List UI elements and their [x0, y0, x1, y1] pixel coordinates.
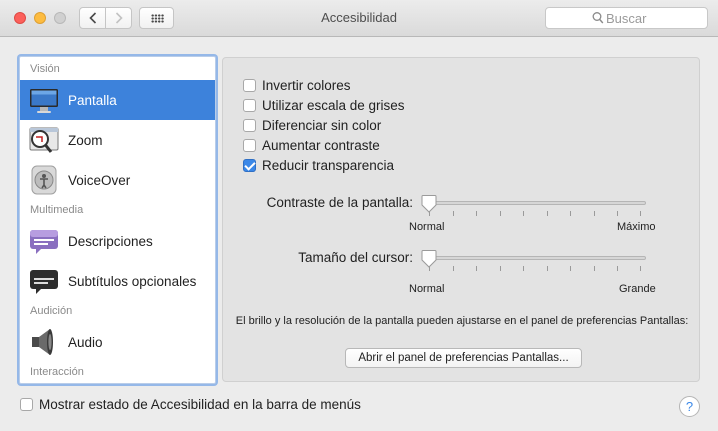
- sidebar-item-pantalla[interactable]: Pantalla: [20, 80, 215, 120]
- open-displays-preferences-button[interactable]: Abrir el panel de preferencias Pantallas…: [345, 348, 582, 368]
- reduce-transparency-checkbox[interactable]: [243, 158, 256, 172]
- search-placeholder: Buscar: [606, 11, 647, 26]
- differentiate-without-color-option[interactable]: Diferenciar sin color: [243, 116, 381, 134]
- sidebar-item-label: Descripciones: [68, 233, 153, 249]
- increase-contrast-option[interactable]: Aumentar contraste: [243, 136, 380, 154]
- sidebar-item-label: Subtítulos opcionales: [68, 273, 197, 289]
- zoom-icon: [29, 127, 59, 153]
- differentiate-without-color-checkbox[interactable]: [243, 118, 256, 132]
- sidebar-item-label: Audio: [68, 334, 103, 350]
- sidebar-item-label: Pantalla: [68, 92, 117, 108]
- section-header-interaccion: Interacción: [30, 366, 84, 378]
- search-icon: [592, 12, 604, 24]
- section-header-audicion: Audición: [30, 305, 73, 317]
- show-in-menu-bar-checkbox[interactable]: [20, 398, 33, 411]
- cursor-size-slider-ticks: [429, 266, 641, 272]
- cursor-size-max-label: Grande: [619, 283, 656, 295]
- displays-note: El brillo y la resolución de la pantalla…: [235, 315, 689, 327]
- help-button[interactable]: ?: [679, 396, 700, 417]
- display-icon: [30, 89, 58, 113]
- reduce-transparency-option[interactable]: Reducir transparencia: [243, 156, 394, 174]
- sidebar-item-label: Zoom: [68, 132, 103, 148]
- show-in-menu-bar-option[interactable]: Mostrar estado de Accesibilidad en la ba…: [20, 397, 361, 412]
- option-label: Utilizar escala de grises: [262, 97, 405, 113]
- search-field[interactable]: Buscar: [545, 7, 708, 29]
- cursor-size-slider-track[interactable]: [423, 256, 646, 260]
- show-in-menu-bar-label: Mostrar estado de Accesibilidad en la ba…: [39, 397, 361, 412]
- option-label: Invertir colores: [262, 77, 351, 93]
- category-list[interactable]: Visión Pantalla Zoom VoiceOver Multimedi…: [19, 56, 216, 384]
- display-settings-panel: Invertir colores Utilizar escala de gris…: [222, 57, 700, 382]
- title-bar: Accesibilidad Buscar: [0, 0, 718, 37]
- cursor-size-min-label: Normal: [409, 283, 445, 295]
- captions-icon: [30, 270, 58, 294]
- invert-colors-checkbox[interactable]: [243, 78, 256, 92]
- section-header-multimedia: Multimedia: [30, 204, 84, 216]
- increase-contrast-checkbox[interactable]: [243, 138, 256, 152]
- invert-colors-option[interactable]: Invertir colores: [243, 76, 351, 94]
- cursor-size-slider-knob[interactable]: [421, 250, 437, 268]
- sidebar-item-label: VoiceOver: [68, 172, 131, 188]
- contrast-slider-track[interactable]: [423, 201, 646, 205]
- section-header-vision: Visión: [30, 63, 60, 75]
- option-label: Aumentar contraste: [262, 137, 380, 153]
- contrast-slider-knob[interactable]: [421, 195, 437, 213]
- option-label: Reducir transparencia: [262, 157, 395, 173]
- sidebar-item-descripciones[interactable]: Descripciones: [20, 221, 215, 261]
- contrast-slider-label: Contraste de la pantalla:: [266, 195, 413, 210]
- sidebar-item-zoom[interactable]: Zoom: [20, 120, 215, 160]
- speaker-icon: [32, 329, 53, 355]
- cursor-size-slider-label: Tamaño del cursor:: [298, 250, 413, 265]
- voiceover-icon: [31, 165, 57, 195]
- sidebar-item-subtitulos[interactable]: Subtítulos opcionales: [20, 261, 215, 301]
- grayscale-checkbox[interactable]: [243, 98, 256, 112]
- speech-bubble-icon: [30, 230, 58, 254]
- contrast-max-label: Máximo: [617, 221, 656, 233]
- sidebar-item-voiceover[interactable]: VoiceOver: [20, 160, 215, 200]
- option-label: Diferenciar sin color: [262, 117, 382, 133]
- grayscale-option[interactable]: Utilizar escala de grises: [243, 96, 405, 114]
- contrast-slider-ticks: [429, 211, 641, 217]
- contrast-min-label: Normal: [409, 221, 445, 233]
- sidebar-item-audio[interactable]: Audio: [20, 322, 215, 362]
